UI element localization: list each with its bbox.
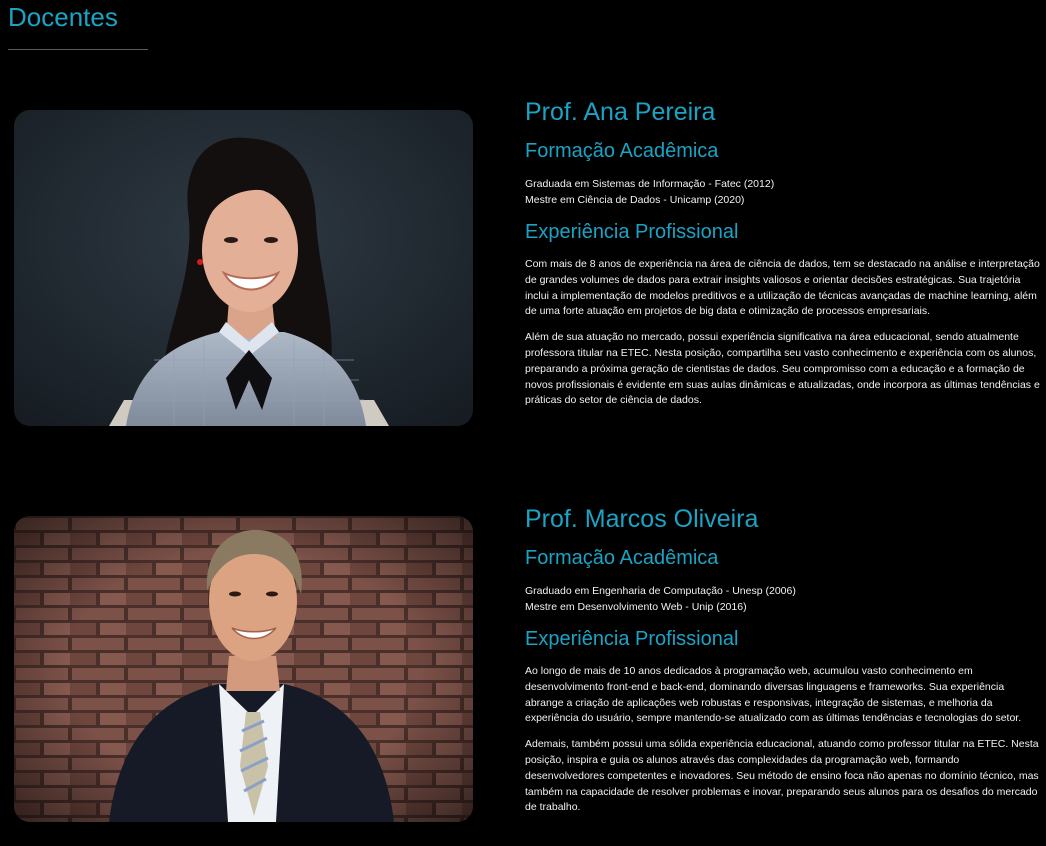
- docente-name: Prof. Ana Pereira: [525, 98, 716, 126]
- experiencia-paragraph: Ao longo de mais de 10 anos dedicados à …: [525, 665, 1022, 725]
- formacao-item: Mestre em Ciência de Dados - Unicamp (20…: [525, 194, 745, 206]
- docente-photo-ana: [14, 110, 473, 426]
- formacao-heading: Formação Acadêmica: [525, 140, 719, 162]
- formacao-heading: Formação Acadêmica: [525, 547, 719, 569]
- portrait-woman-image: [14, 110, 473, 426]
- docente-info-ana: Prof. Ana Pereira Formação Acadêmica Gra…: [525, 97, 1040, 409]
- formacao-item: Graduada em Sistemas de Informação - Fat…: [525, 178, 775, 190]
- section-title-underline: [8, 49, 148, 50]
- section-title: Docentes: [8, 2, 118, 32]
- experiencia-heading: Experiência Profissional: [525, 221, 739, 243]
- portrait-man-image: [14, 516, 473, 822]
- formacao-list: Graduado em Engenharia de Computação - U…: [525, 583, 1040, 615]
- docente-name: Prof. Marcos Oliveira: [525, 505, 759, 533]
- experiencia-paragraph: Com mais de 8 anos de experiência na áre…: [525, 258, 1040, 318]
- experiencia-heading: Experiência Profissional: [525, 628, 739, 650]
- formacao-item: Graduado em Engenharia de Computação - U…: [525, 585, 796, 597]
- formacao-item: Mestre em Desenvolvimento Web - Unip (20…: [525, 601, 747, 613]
- experiencia-paragraph: Além de sua atuação no mercado, possui e…: [525, 331, 1040, 407]
- formacao-list: Graduada em Sistemas de Informação - Fat…: [525, 176, 1040, 208]
- docente-info-marcos: Prof. Marcos Oliveira Formação Acadêmica…: [525, 504, 1040, 816]
- docente-photo-marcos: [14, 516, 473, 822]
- experiencia-paragraph: Ademais, também possui uma sólida experi…: [525, 738, 1039, 814]
- page: Docentes Prof. Ana Pereira Formação Acad…: [0, 0, 1046, 846]
